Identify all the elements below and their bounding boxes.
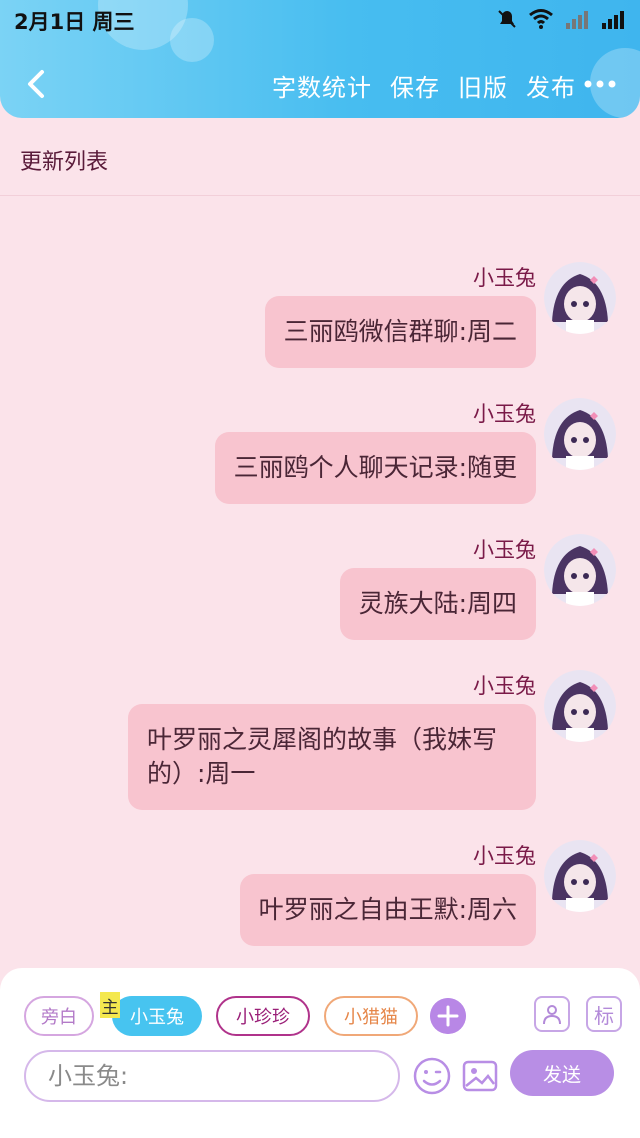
person-icon [543,1005,561,1025]
top-actions: 字数统计 保存 旧版 发布 [272,68,576,103]
avatar[interactable] [544,840,616,912]
more-icon[interactable] [582,72,618,96]
role-zhenzhen-chip[interactable]: 小珍珍 [216,996,310,1036]
message-sender: 小玉兔 [473,844,536,868]
signal-1-icon [566,11,588,29]
old-version-button[interactable]: 旧版 [458,68,508,103]
message-sender: 小玉兔 [473,266,536,290]
character-button[interactable] [534,996,570,1032]
update-list-row[interactable]: 更新列表 [0,118,640,196]
signal-2-icon [602,11,624,29]
message-sender: 小玉兔 [473,538,536,562]
message-bubble: 叶罗丽之灵犀阁的故事（我妹写的）:周一 [128,704,536,810]
status-bar: 2月1日 周三 [0,0,640,40]
emoji-icon[interactable] [412,1056,452,1096]
status-icons [496,8,626,30]
mark-button[interactable]: 标 [586,996,622,1032]
avatar[interactable] [544,534,616,606]
status-time: 2月1日 周三 [14,10,135,34]
wifi-icon [529,9,553,29]
image-icon[interactable] [460,1056,500,1096]
avatar[interactable] [544,262,616,334]
role-main-chip[interactable]: 小玉兔 [112,996,202,1036]
update-list-label: 更新列表 [20,150,109,175]
save-button[interactable]: 保存 [390,68,440,103]
mute-icon [498,10,516,28]
message-bubble: 三丽鸥个人聊天记录:随更 [214,432,536,504]
avatar[interactable] [544,670,616,742]
word-count-button[interactable]: 字数统计 [272,68,372,103]
message-sender: 小玉兔 [473,674,536,698]
message-input-box[interactable] [24,1050,400,1102]
message-sender: 小玉兔 [473,402,536,426]
header: 2月1日 周三 字数统计 保存 旧版 发布 [0,0,640,118]
message-bubble: 灵族大陆:周四 [339,568,536,640]
avatar[interactable] [544,398,616,470]
back-icon[interactable] [18,64,58,104]
role-narrator-chip[interactable]: 旁白 [24,996,94,1036]
message-bubble: 叶罗丽之自由王默:周六 [239,874,536,946]
role-liemao-chip[interactable]: 小猎猫 [324,996,418,1036]
main-role-tag: 主 [100,992,120,1018]
add-role-icon[interactable] [430,998,466,1034]
message-bubble: 三丽鸥微信群聊:周二 [264,296,536,368]
message-input[interactable] [26,1052,398,1100]
composer-panel: 旁白 小玉兔 主 小珍珍 小猎猫 标 发送 [0,968,640,1138]
publish-button[interactable]: 发布 [526,68,576,103]
send-button[interactable]: 发送 [510,1050,614,1096]
